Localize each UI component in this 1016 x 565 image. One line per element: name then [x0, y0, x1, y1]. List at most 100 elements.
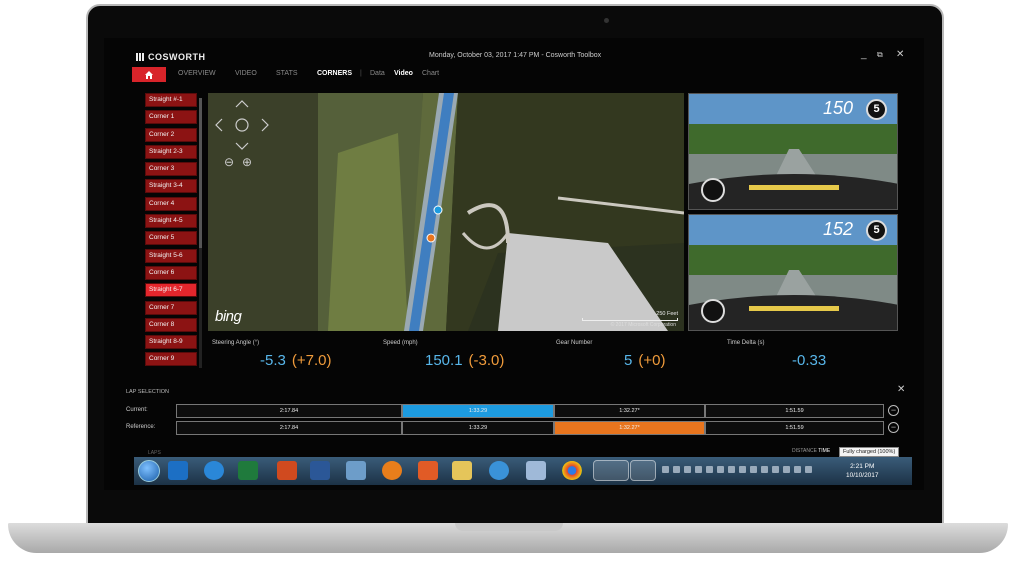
- reference-lap-label: Reference:: [126, 424, 156, 430]
- zoom-in-button[interactable]: ⊕: [242, 155, 252, 169]
- segment-item[interactable]: Straight #-1: [145, 93, 197, 107]
- speed-value: 150.1 (-3.0): [425, 352, 504, 369]
- zoom-out-button[interactable]: ⊖: [224, 155, 234, 169]
- tab-overview[interactable]: OVERVIEW: [178, 70, 216, 77]
- reference-lap-cell[interactable]: 1:51.59: [705, 421, 884, 435]
- sidebar-scrollbar[interactable]: [199, 98, 202, 368]
- track-map[interactable]: ⊖ ⊕ bing 250 Feet © 2017 Microsoft Corpo…: [208, 93, 684, 331]
- tachometer-icon: [701, 299, 725, 323]
- lap-selection-close-button[interactable]: ✕: [897, 384, 905, 395]
- reference-lap-cell[interactable]: 1:33.29: [402, 421, 554, 435]
- speed-delta: (-3.0): [468, 352, 505, 369]
- tray-icon[interactable]: [761, 466, 768, 473]
- volume-icon[interactable]: [794, 466, 801, 473]
- segment-item[interactable]: Straight 5-6: [145, 248, 197, 263]
- cosworth-app-icon[interactable]: [630, 460, 656, 481]
- segment-item[interactable]: Corner 2: [145, 127, 197, 142]
- subtab-video[interactable]: Video: [394, 70, 413, 77]
- internet-explorer-icon[interactable]: [204, 461, 224, 480]
- tray-icon[interactable]: [684, 466, 691, 473]
- cosworth-toolbox-icon[interactable]: [593, 460, 629, 481]
- ms-office-icon[interactable]: [382, 461, 402, 480]
- battery-icon[interactable]: [783, 466, 790, 473]
- outlook-icon[interactable]: [168, 461, 188, 480]
- current-lap-cell[interactable]: 1:32.27*: [554, 404, 705, 418]
- segment-item[interactable]: Straight 2-3: [145, 144, 197, 159]
- subtab-data[interactable]: Data: [370, 70, 385, 77]
- steering-angle-delta: (+7.0): [291, 352, 332, 369]
- steering-angle-label: Steering Angle (°): [212, 340, 260, 346]
- minimize-button[interactable]: _: [861, 49, 867, 60]
- current-lap-label: Current:: [126, 407, 148, 413]
- segment-item[interactable]: Straight 8-9: [145, 335, 197, 350]
- tray-icon[interactable]: [772, 466, 779, 473]
- remove-reference-lap-button[interactable]: −: [888, 422, 899, 433]
- file-explorer-icon[interactable]: [452, 461, 472, 480]
- tray-icon[interactable]: [750, 466, 757, 473]
- speed-label: Speed (mph): [383, 340, 418, 346]
- clock-date: 10/10/2017: [846, 472, 879, 479]
- video-speed: 150: [822, 98, 853, 118]
- segment-item[interactable]: Corner 7: [145, 300, 197, 315]
- laps-label: LAPS: [148, 450, 161, 456]
- powerpoint-icon[interactable]: [277, 461, 297, 480]
- video-speed: 152: [822, 219, 853, 239]
- tab-video[interactable]: VIDEO: [235, 70, 257, 77]
- scale-bar: [582, 318, 678, 321]
- tray-icon[interactable]: [673, 466, 680, 473]
- distance-option[interactable]: DISTANCE: [792, 448, 817, 454]
- tray-icon[interactable]: [662, 466, 669, 473]
- tray-icon[interactable]: [739, 466, 746, 473]
- reference-lap-video[interactable]: 152 5: [688, 214, 898, 331]
- satellite-map: [208, 93, 684, 331]
- segment-item[interactable]: Straight 4-5: [145, 214, 197, 229]
- word-icon[interactable]: [310, 461, 330, 480]
- close-button[interactable]: ✕: [896, 49, 904, 60]
- gear-current: 5: [624, 352, 633, 369]
- gear-label: Gear Number: [556, 340, 593, 346]
- current-lap-video[interactable]: 150 5: [688, 93, 898, 210]
- restore-button[interactable]: ⧉: [877, 50, 883, 60]
- segment-item[interactable]: Corner 3: [145, 162, 197, 177]
- window-title: Monday, October 03, 2017 1:47 PM - Coswo…: [429, 52, 602, 59]
- segment-item-selected[interactable]: Straight 6-7: [145, 283, 197, 298]
- time-delta-value: -0.33: [792, 352, 827, 369]
- current-lap-cell[interactable]: 2:17.84: [176, 404, 402, 418]
- subtab-chart[interactable]: Chart: [422, 70, 439, 77]
- reference-lap-cell-selected[interactable]: 1:32.27*: [554, 421, 705, 435]
- chrome-icon[interactable]: [562, 461, 582, 480]
- notepad-icon[interactable]: [526, 461, 546, 480]
- home-icon: [145, 70, 153, 79]
- segment-item[interactable]: Corner 1: [145, 110, 197, 125]
- quicktime-icon[interactable]: [489, 461, 509, 480]
- photo-viewer-icon[interactable]: [346, 461, 366, 480]
- media-player-icon[interactable]: [418, 461, 438, 480]
- home-button[interactable]: [132, 67, 166, 82]
- tab-stats[interactable]: STATS: [276, 70, 298, 77]
- bing-logo: bing: [215, 308, 242, 325]
- tray-icon[interactable]: [728, 466, 735, 473]
- time-option[interactable]: TIME: [818, 448, 830, 454]
- remove-current-lap-button[interactable]: −: [888, 405, 899, 416]
- current-lap-cell[interactable]: 1:51.59: [705, 404, 884, 418]
- segment-item[interactable]: Corner 6: [145, 265, 197, 280]
- excel-icon[interactable]: [238, 461, 258, 480]
- start-button[interactable]: [138, 460, 160, 482]
- tray-icon[interactable]: [717, 466, 724, 473]
- tab-corners[interactable]: CORNERS: [317, 70, 352, 77]
- current-lap-cell-selected[interactable]: 1:33.29: [402, 404, 554, 418]
- segment-item[interactable]: Straight 3-4: [145, 179, 197, 194]
- network-icon[interactable]: [805, 466, 812, 473]
- steering-angle-value: -5.3 (+7.0): [260, 352, 331, 369]
- segment-item[interactable]: Corner 9: [145, 352, 197, 367]
- segment-item[interactable]: Corner 4: [145, 196, 197, 211]
- segment-item[interactable]: Corner 8: [145, 317, 197, 332]
- taskbar-clock[interactable]: 2:21 PM 10/10/2017: [846, 462, 879, 480]
- reference-lap-cell[interactable]: 2:17.84: [176, 421, 402, 435]
- scrollbar-thumb[interactable]: [199, 98, 202, 248]
- tray-icon[interactable]: [695, 466, 702, 473]
- tray-icon[interactable]: [706, 466, 713, 473]
- time-delta-label: Time Delta (s): [727, 340, 765, 346]
- map-copyright: © 2017 Microsoft Corporation: [610, 322, 676, 328]
- segment-item[interactable]: Corner 5: [145, 231, 197, 246]
